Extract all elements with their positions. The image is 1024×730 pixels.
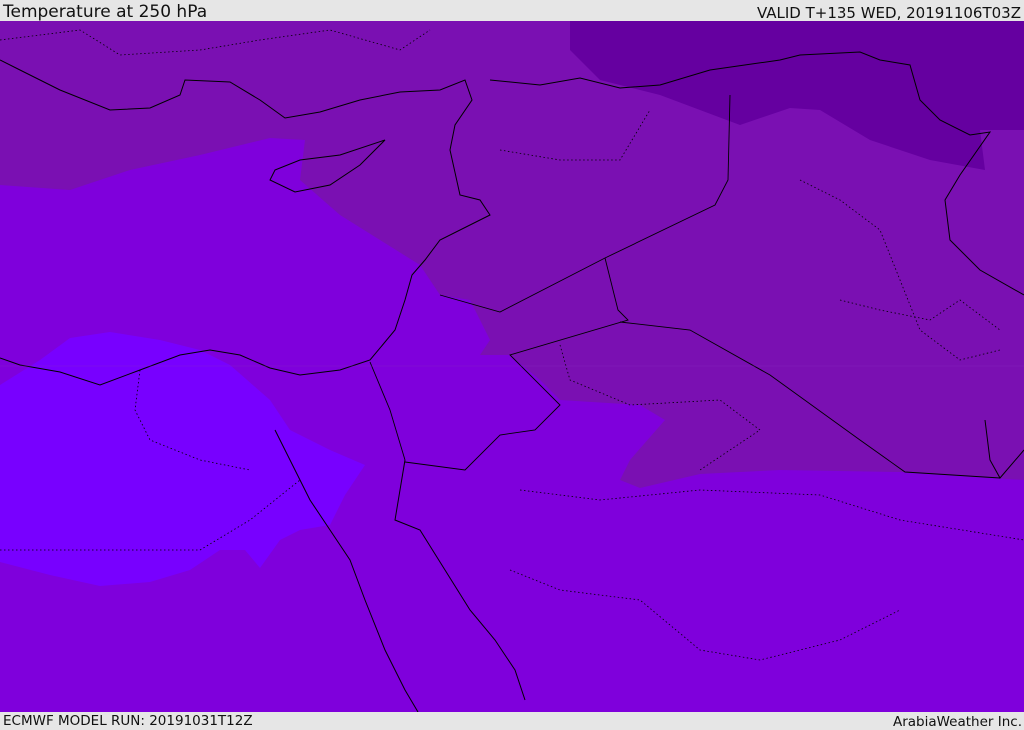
map-title: Temperature at 250 hPa — [3, 2, 208, 22]
footer-bar: ECMWF MODEL RUN: 20191031T12Z ArabiaWeat… — [0, 712, 1024, 730]
model-run: ECMWF MODEL RUN: 20191031T12Z — [3, 713, 253, 729]
header-bar: Temperature at 250 hPa VALID T+135 WED, … — [0, 0, 1024, 21]
temperature-map[interactable] — [0, 21, 1024, 712]
credit: ArabiaWeather Inc. — [892, 714, 1022, 730]
valid-time: VALID T+135 WED, 20191106T03Z — [756, 4, 1021, 22]
